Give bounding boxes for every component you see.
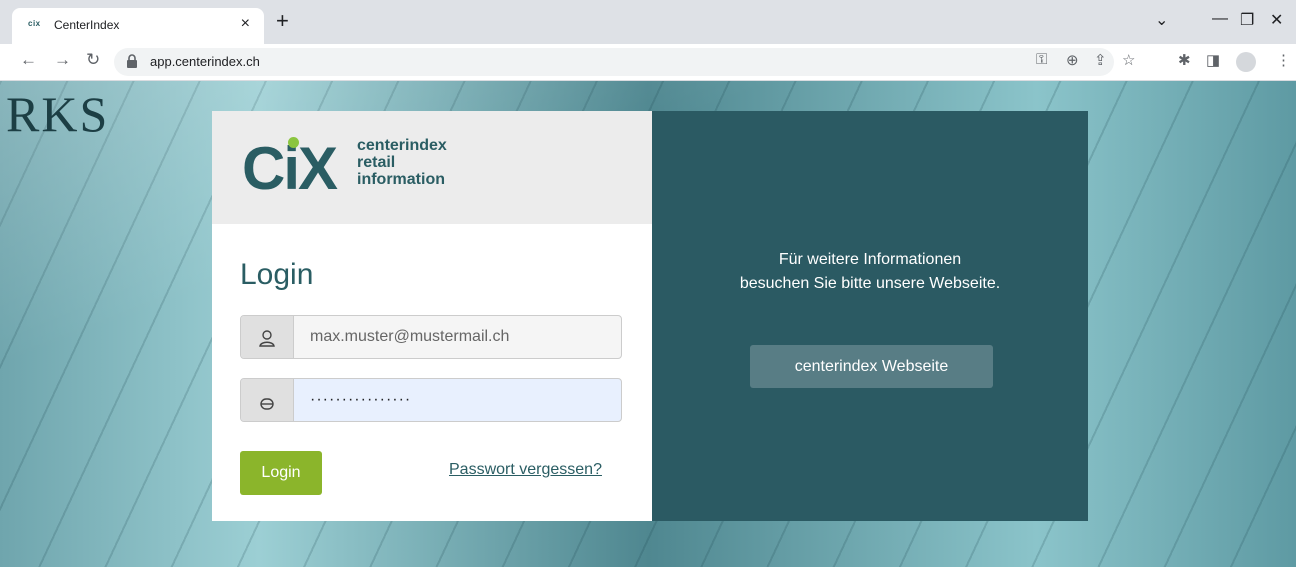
bookmark-star-icon[interactable]: ☆ <box>1122 51 1135 69</box>
tab-title: CenterIndex <box>54 18 120 32</box>
logo-line-3: information <box>357 171 445 188</box>
username-input[interactable] <box>294 316 621 358</box>
info-line-2: besuchen Sie bitte unsere Webseite. <box>739 275 1001 292</box>
info-line-1: Für weitere Informationen <box>778 251 962 268</box>
logo-line-2: retail <box>357 154 396 171</box>
close-tab-icon[interactable]: × <box>241 15 250 33</box>
background-sign-text: RKS <box>6 86 110 142</box>
logo-tagline: centerindex retail information <box>357 137 447 188</box>
reload-icon[interactable]: ↻ <box>86 50 100 70</box>
browser-toolbar: ← → ↻ app.centerindex.ch ⚿ ⊕ ⇪ ☆ ✱ ◨ ⋮ <box>0 44 1296 81</box>
password-field[interactable] <box>240 378 622 422</box>
lock-field-icon <box>241 379 294 421</box>
favicon: cix <box>28 19 41 28</box>
back-icon[interactable]: ← <box>20 50 37 70</box>
info-text: Für weitere Informationen besuchen Sie b… <box>652 248 1088 296</box>
new-tab-icon[interactable]: + <box>276 8 289 34</box>
logo-area: CiX centerindex retail information <box>212 111 652 224</box>
key-icon[interactable]: ⚿ <box>1036 51 1047 68</box>
user-icon <box>241 316 294 358</box>
url-text: app.centerindex.ch <box>150 54 260 69</box>
side-panel-icon[interactable]: ◨ <box>1206 51 1220 69</box>
logo-line-1: centerindex <box>357 137 447 154</box>
logo-dot <box>288 137 299 148</box>
address-bar[interactable]: app.centerindex.ch <box>114 48 1114 76</box>
website-button[interactable]: centerindex Webseite <box>750 345 993 388</box>
login-panel: CiX centerindex retail information Login <box>212 111 652 521</box>
browser-tab-strip: cix CenterIndex × + ⌄ — ❐ ✕ <box>0 0 1296 44</box>
close-window-icon[interactable]: ✕ <box>1270 10 1283 30</box>
browser-tab[interactable]: cix CenterIndex × <box>12 8 264 44</box>
forward-icon[interactable]: → <box>54 50 71 70</box>
login-title: Login <box>240 258 314 291</box>
cix-logo: CiX <box>242 135 338 202</box>
tab-search-icon[interactable]: ⌄ <box>1155 10 1168 30</box>
login-button[interactable]: Login <box>240 451 322 495</box>
extensions-icon[interactable]: ✱ <box>1178 51 1191 69</box>
zoom-icon[interactable]: ⊕ <box>1066 51 1079 69</box>
share-icon[interactable]: ⇪ <box>1094 51 1107 69</box>
username-field[interactable] <box>240 315 622 359</box>
forgot-password-link[interactable]: Passwort vergessen? <box>449 461 602 479</box>
page-background: RKS CiX centerindex retail information L… <box>0 81 1296 567</box>
restore-icon[interactable]: ❐ <box>1240 10 1254 30</box>
password-input[interactable] <box>294 379 621 421</box>
lock-icon <box>127 54 137 68</box>
info-panel: Für weitere Informationen besuchen Sie b… <box>652 111 1088 521</box>
minimize-icon[interactable]: — <box>1212 10 1228 28</box>
profile-avatar[interactable] <box>1236 52 1256 72</box>
menu-icon[interactable]: ⋮ <box>1276 51 1291 69</box>
